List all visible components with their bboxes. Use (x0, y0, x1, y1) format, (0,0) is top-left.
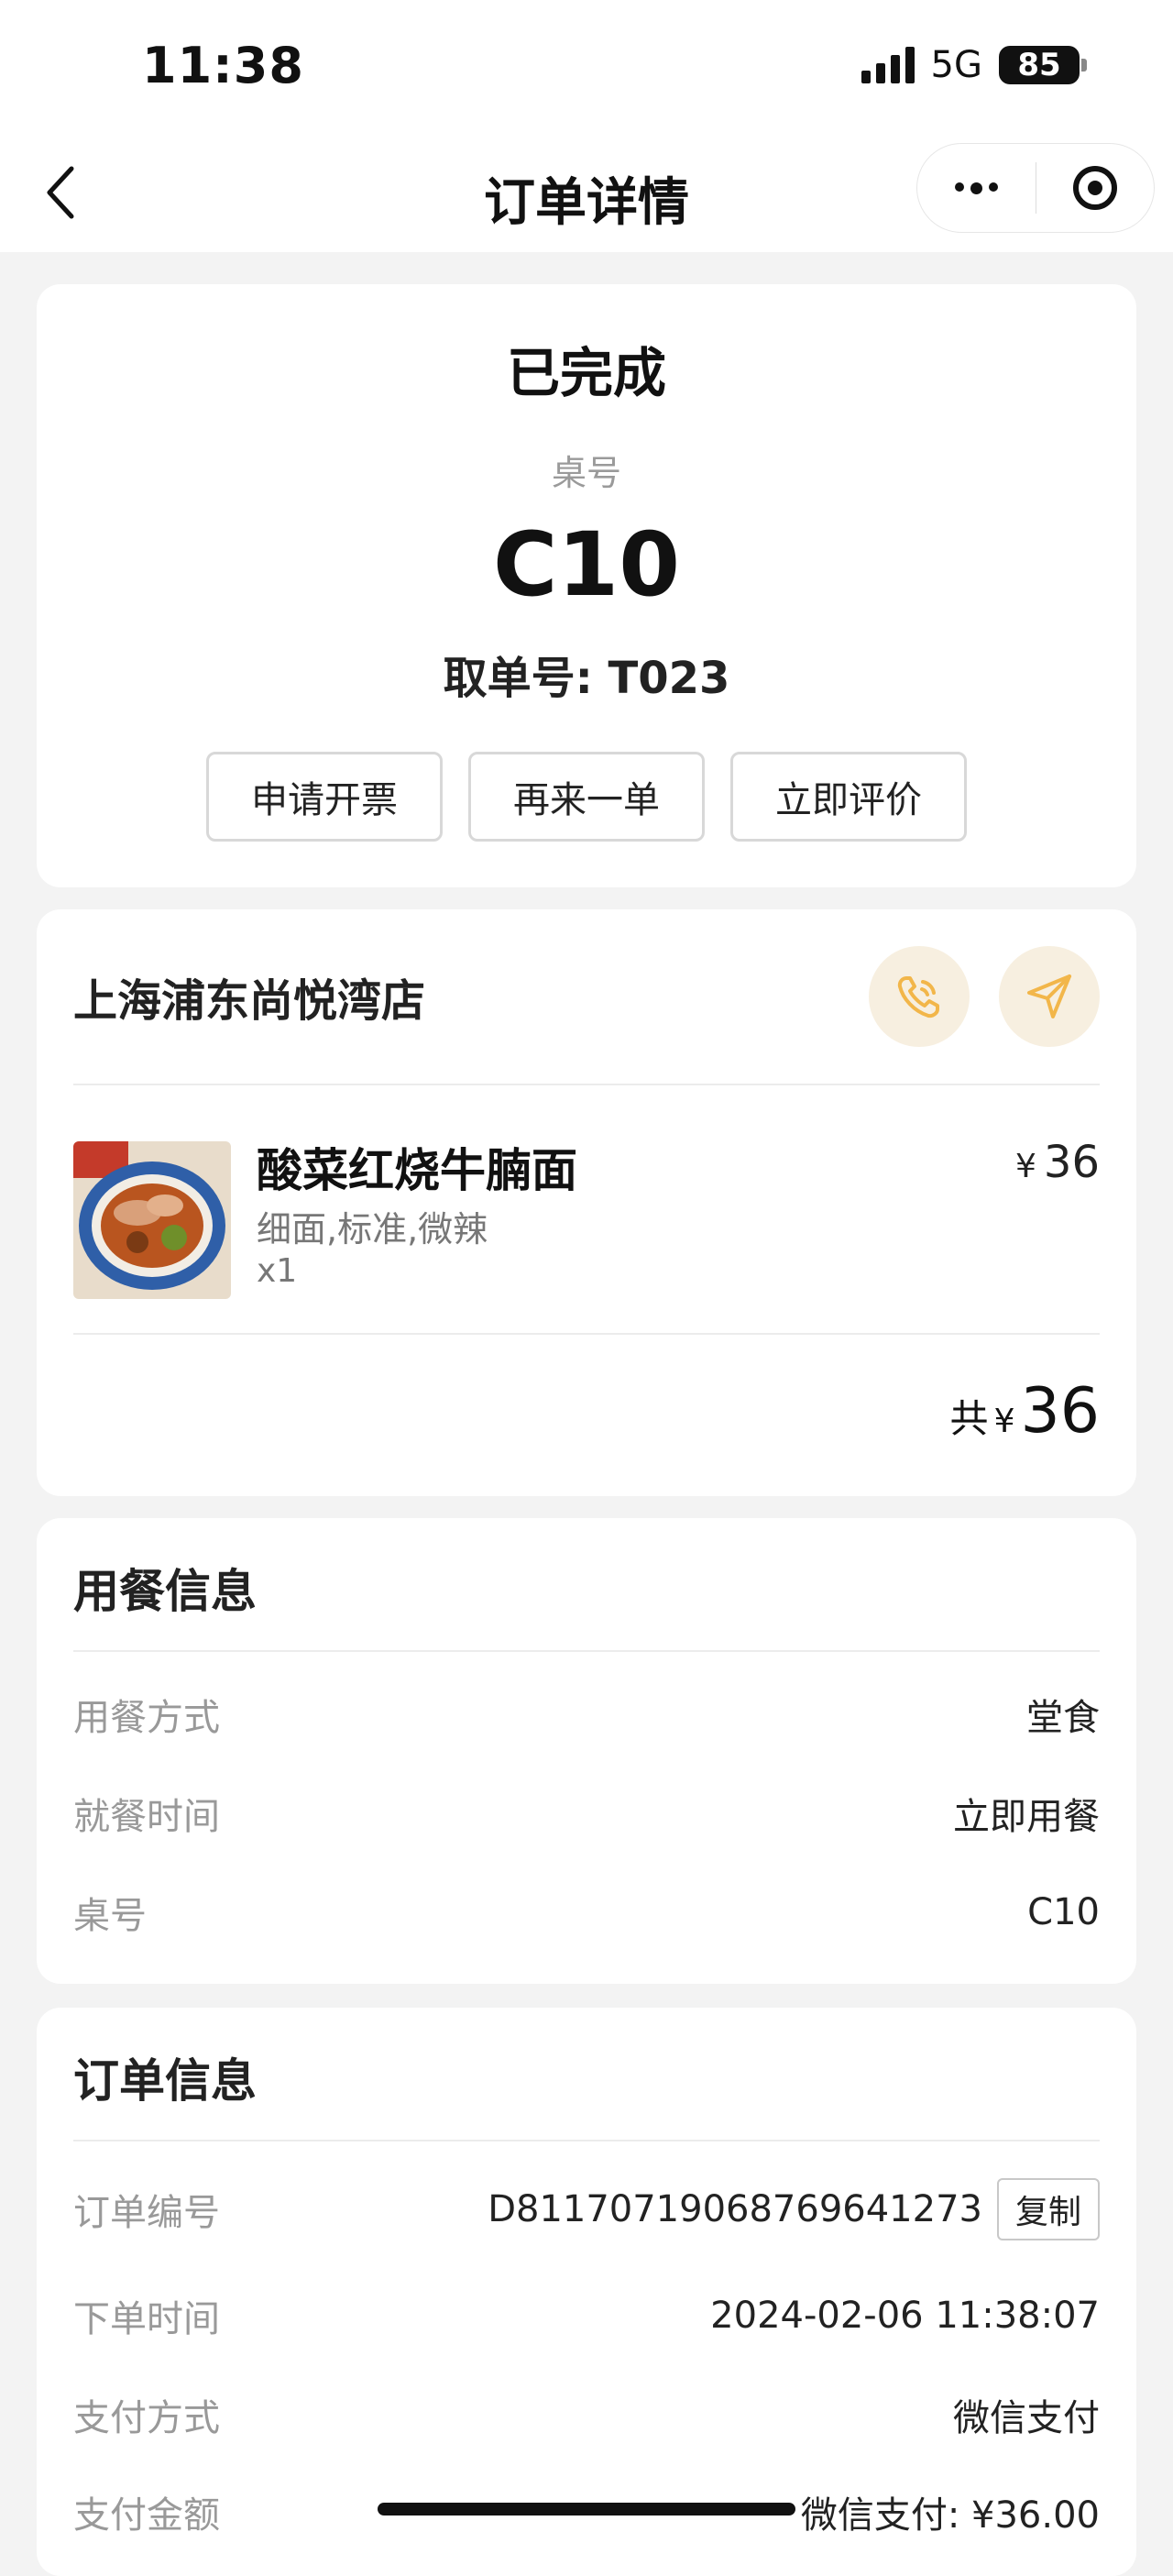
dish-image (73, 1141, 231, 1299)
reorder-button[interactable]: 再来一单 (468, 752, 705, 842)
divider (73, 1084, 1100, 1085)
dining-info-title: 用餐信息 (73, 1565, 257, 1618)
dining-mode-value: 堂食 (1026, 1697, 1100, 1739)
order-info-card: 订单信息 订单编号 D81170719068769641273 复制 下单时间 … (37, 2008, 1136, 2576)
info-row-table: 桌号 C10 (73, 1885, 1100, 1940)
dining-time-value: 立即用餐 (953, 1796, 1100, 1838)
call-store-button[interactable] (869, 946, 970, 1047)
status-bar: 11:38 5G 85 (0, 0, 1173, 138)
store-name: 上海浦东尚悦湾店 (73, 975, 426, 1027)
order-info-title: 订单信息 (73, 2054, 257, 2108)
dining-mode-label: 用餐方式 (73, 1697, 220, 1739)
total-currency: ¥ (993, 1403, 1015, 1440)
payment-amount-label: 支付金额 (73, 2494, 220, 2537)
status-indicators: 5G 85 (861, 44, 1087, 86)
more-dots-icon (954, 182, 998, 194)
order-time-label: 下单时间 (73, 2298, 220, 2340)
pickup-number: 取单号: T023 (37, 642, 1136, 706)
table-number: C10 (492, 513, 681, 616)
divider (73, 1333, 1100, 1335)
pickup-label: 取单号: (443, 653, 593, 704)
request-invoice-button[interactable]: 申请开票 (206, 752, 443, 842)
dining-info-card: 用餐信息 用餐方式 堂食 就餐时间 立即用餐 桌号 C10 (37, 1518, 1136, 1984)
total-label: 共 (949, 1396, 989, 1441)
store-order-card: 上海浦东尚悦湾店 酸菜红烧牛腩面 细面,标准,微辣 x1 ¥36 共 ¥ 36 (37, 909, 1136, 1496)
info-row-payment-method: 支付方式 微信支付 (73, 2387, 1100, 2442)
target-icon (1072, 166, 1117, 210)
miniprogram-capsule (916, 143, 1155, 233)
network-label: 5G (930, 44, 982, 86)
order-number: D81170719068769641273 复制 (488, 2178, 1100, 2240)
payment-method-label: 支付方式 (73, 2397, 220, 2439)
currency-symbol: ¥ (1015, 1148, 1036, 1185)
order-total: 共 ¥ 36 (950, 1375, 1100, 1448)
info-row-order-time: 下单时间 2024-02-06 11:38:07 (73, 2288, 1100, 2343)
dish-spec: 细面,标准,微辣 (257, 1209, 488, 1249)
order-status-title: 已完成 (506, 342, 666, 404)
order-time-value: 2024-02-06 11:38:07 (710, 2295, 1100, 2337)
battery-icon: 85 (999, 46, 1087, 84)
dish-price-value: 36 (1043, 1137, 1100, 1188)
divider (73, 1650, 1100, 1652)
navigation-arrow-icon (1027, 974, 1071, 1018)
pickup-value: T023 (608, 653, 730, 704)
copy-order-number-button[interactable]: 复制 (996, 2178, 1100, 2240)
dining-time-label: 就餐时间 (73, 1796, 220, 1838)
order-status-card: 已完成 桌号 C10 取单号: T023 申请开票 再来一单 立即评价 (37, 284, 1136, 887)
total-amount: 36 (1020, 1375, 1100, 1448)
info-row-order-number: 订单编号 D81170719068769641273 复制 (73, 2178, 1100, 2240)
dish-price: ¥36 (1015, 1137, 1100, 1188)
divider (73, 2140, 1100, 2141)
signal-icon (861, 47, 915, 83)
table-number-label: 桌号 (551, 453, 621, 493)
payment-method-value: 微信支付 (953, 2397, 1100, 2439)
more-button[interactable] (917, 144, 1036, 232)
nav-bar: 订单详情 (0, 138, 1173, 252)
navigate-store-button[interactable] (999, 946, 1100, 1047)
close-miniprogram-button[interactable] (1036, 144, 1155, 232)
dish-quantity: x1 (257, 1252, 298, 1290)
table-label: 桌号 (73, 1895, 147, 1937)
phone-icon (897, 976, 939, 1018)
dish-name: 酸菜红烧牛腩面 (257, 1144, 577, 1197)
payment-amount-value: 微信支付: ¥36.00 (800, 2494, 1100, 2537)
order-actions: 申请开票 再来一单 立即评价 (37, 752, 1136, 842)
status-time: 11:38 (142, 37, 304, 94)
order-number-value: D81170719068769641273 (488, 2188, 982, 2230)
order-number-label: 订单编号 (73, 2192, 220, 2234)
info-row-dining-time: 就餐时间 立即用餐 (73, 1786, 1100, 1841)
info-row-dining-mode: 用餐方式 堂食 (73, 1687, 1100, 1742)
home-indicator[interactable] (378, 2503, 795, 2515)
table-value: C10 (1027, 1891, 1100, 1933)
review-button[interactable]: 立即评价 (730, 752, 967, 842)
